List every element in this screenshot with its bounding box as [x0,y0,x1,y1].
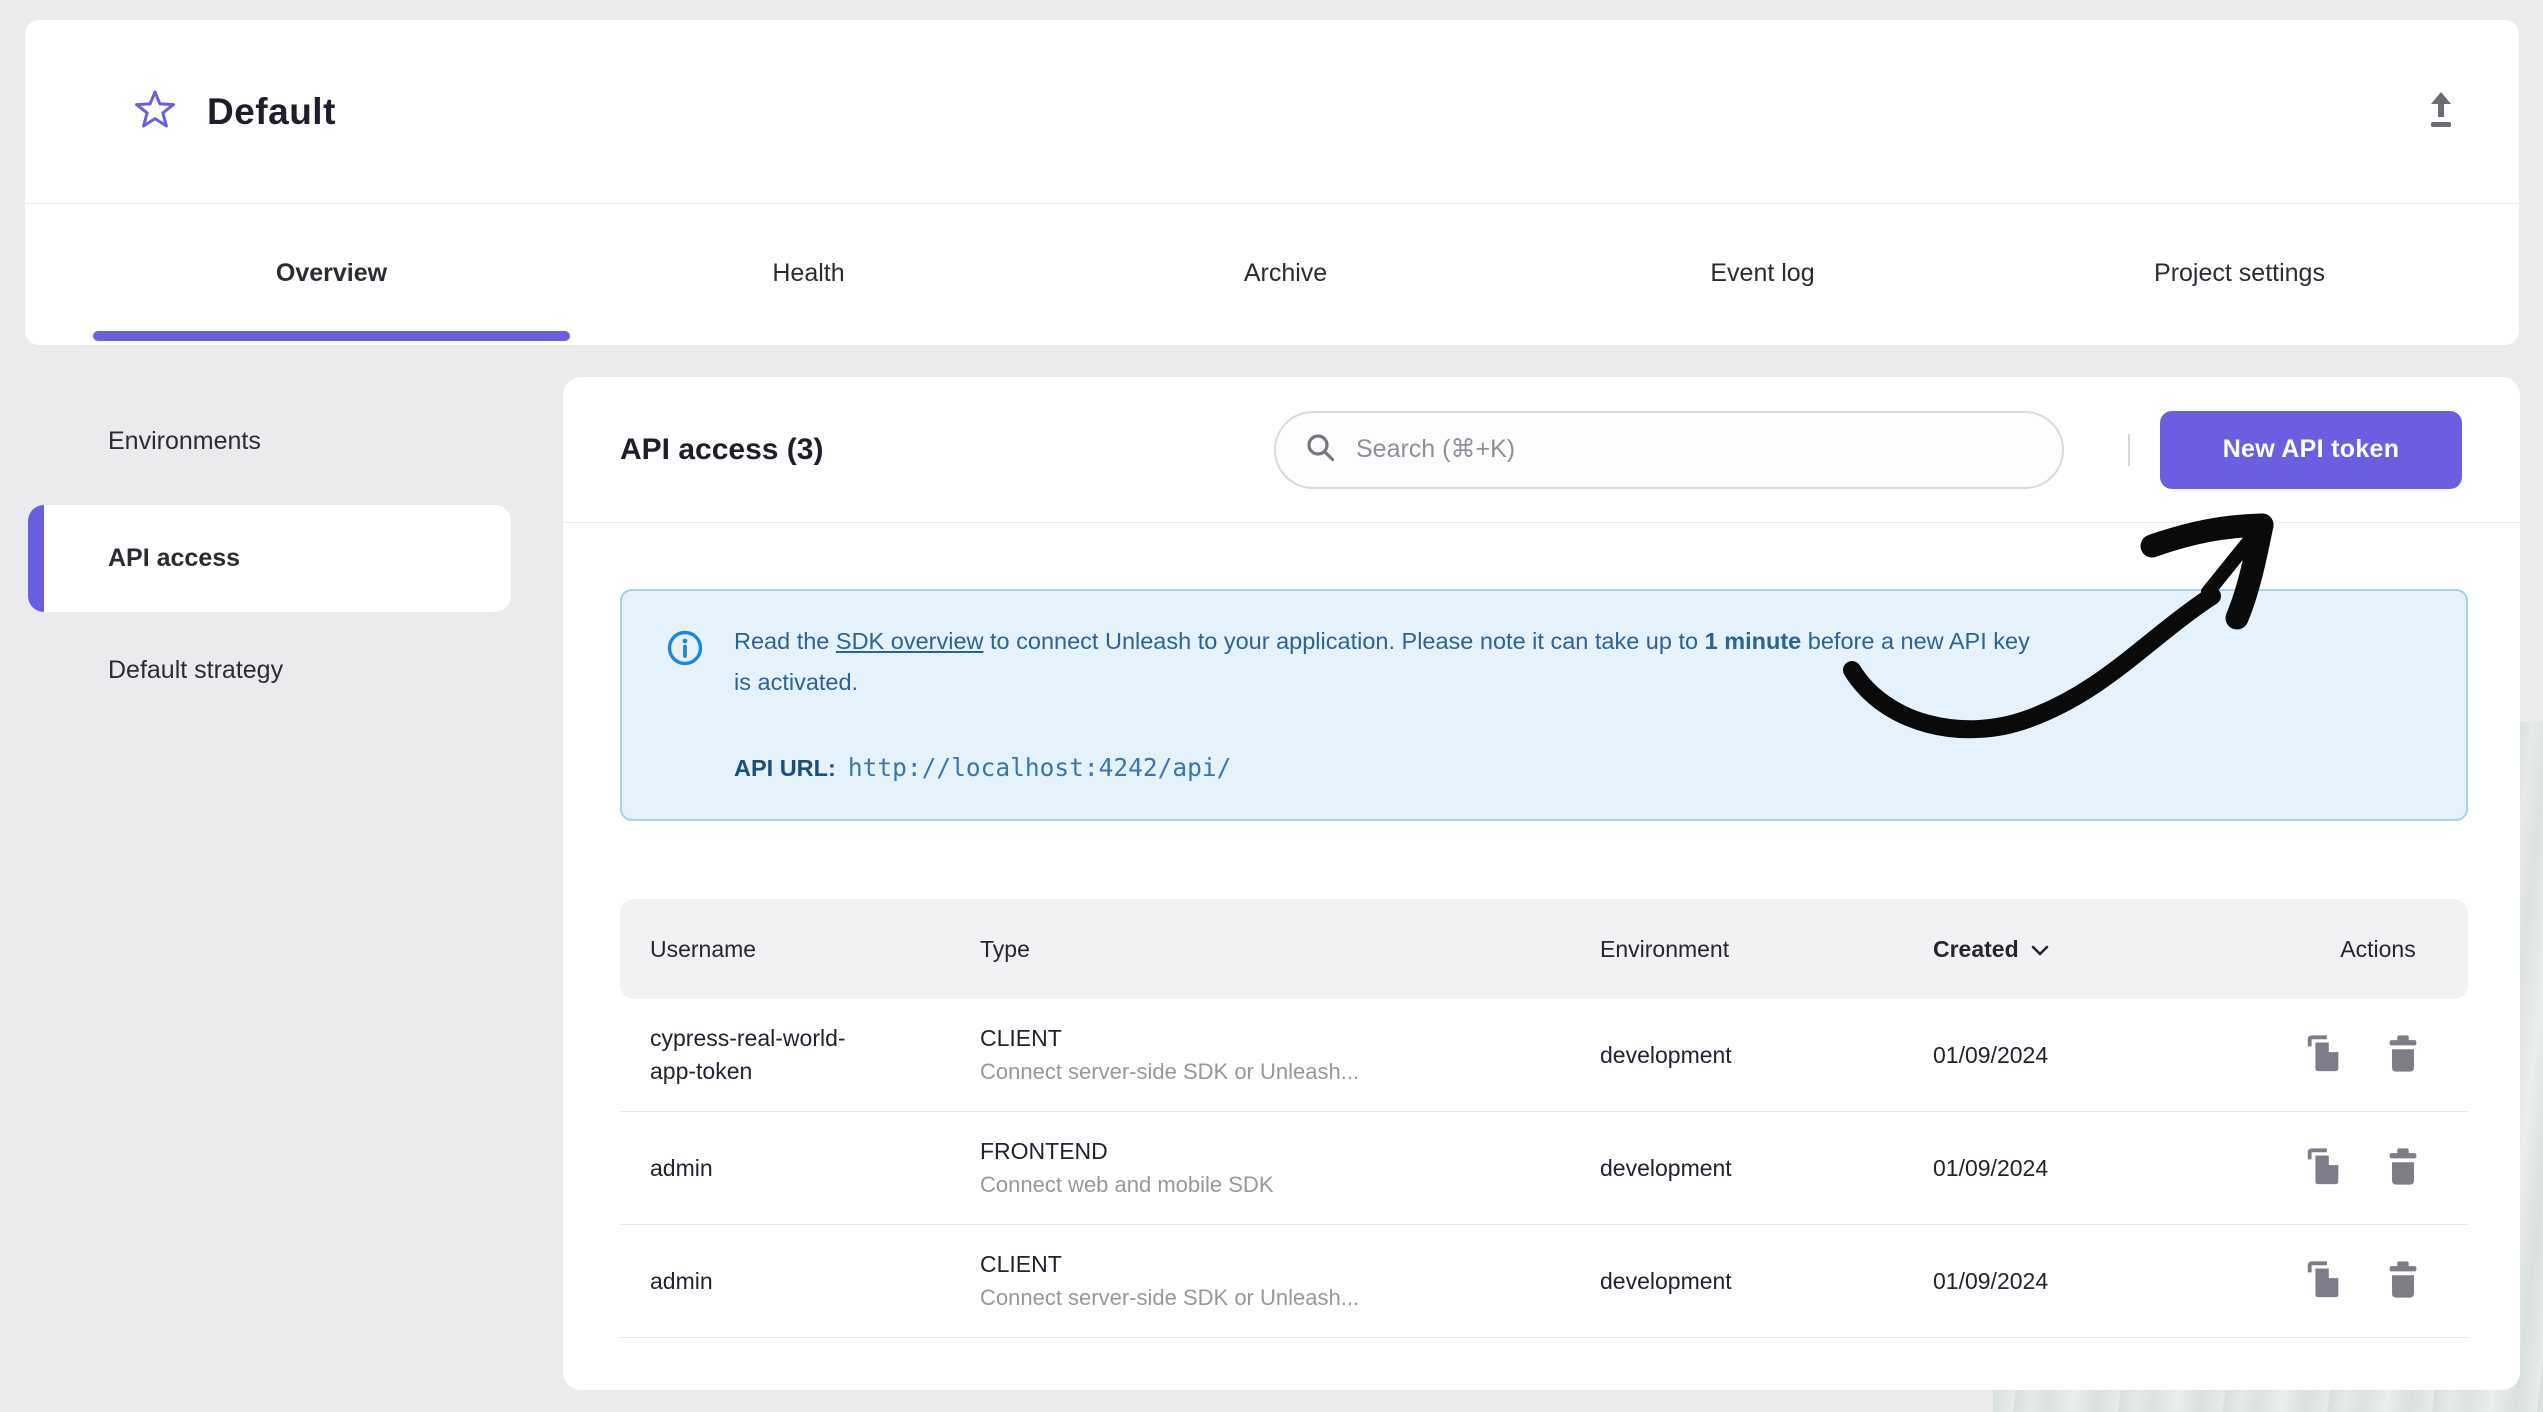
cell-type: FRONTEND Connect web and mobile SDK [950,1138,1570,1198]
cell-environment: development [1600,1154,1732,1181]
cell-environment: development [1600,1041,1732,1068]
panel-title: API access (3) [620,432,824,466]
table-header-row: Username Type Environment Created Action… [620,899,2468,999]
info-text: Read the SDK overview to connect Unleash… [734,621,2030,789]
new-api-token-button[interactable]: New API token [2160,410,2462,489]
delete-token-button[interactable] [2377,1027,2429,1084]
copy-token-button[interactable] [2297,1027,2351,1084]
project-tabs: Overview Health Archive Event log Projec… [25,204,2519,343]
delete-token-button[interactable] [2377,1140,2429,1197]
cell-username: admin [650,1267,713,1294]
cell-username: cypress-real-world-app-token [650,1025,846,1084]
api-url-label: API URL: [734,755,836,781]
column-header-environment: Environment [1600,935,1730,962]
chevron-down-icon [2031,936,2049,963]
api-tokens-table: Username Type Environment Created Action… [620,899,2468,1338]
token-type-description: Connect server-side SDK or Unleash... [980,1059,1360,1084]
column-header-created-label: Created [1933,935,2019,962]
api-url-value: http://localhost:4242/api/ [847,753,1232,782]
info-text-bold: 1 minute [1704,628,1802,654]
info-alert: Read the SDK overview to connect Unleash… [620,589,2468,821]
info-text-segment: to connect Unleash to your application. … [983,628,1705,654]
cell-environment: development [1600,1267,1732,1294]
cell-created: 01/09/2024 [1933,1041,2049,1068]
search-box[interactable] [1274,410,2064,489]
token-type-description: Connect server-side SDK or Unleash... [980,1285,1360,1310]
copy-token-button[interactable] [2297,1140,2351,1197]
api-url-line: API URL: http://localhost:4242/api/ [734,747,2030,789]
column-header-type: Type [980,935,1030,962]
token-type: FRONTEND [980,1138,1108,1164]
cell-created: 01/09/2024 [1933,1267,2049,1294]
project-header-card: Default Overview Health Archive Event lo… [25,20,2519,345]
cell-actions [2258,1027,2468,1084]
sidebar-item-environments[interactable]: Environments [28,406,511,476]
upload-icon [2422,90,2460,133]
copy-icon [2303,1146,2345,1191]
token-type-description: Connect web and mobile SDK [980,1172,1274,1197]
token-type: CLIENT [980,1025,1062,1051]
panel-header: API access (3) New API token [563,377,2520,523]
cell-username: admin [650,1154,713,1181]
tab-archive[interactable]: Archive [1047,204,1524,343]
trash-icon [2383,1146,2423,1191]
export-button[interactable] [2419,90,2463,134]
table-row: admin CLIENT Connect server-side SDK or … [620,1225,2468,1338]
sidebar-item-api-access[interactable]: API access [28,505,511,612]
tab-event-log[interactable]: Event log [1524,204,2001,343]
delete-token-button[interactable] [2377,1253,2429,1310]
cell-type: CLIENT Connect server-side SDK or Unleas… [950,1251,1570,1311]
tab-project-settings[interactable]: Project settings [2001,204,2478,343]
copy-token-button[interactable] [2297,1253,2351,1310]
favorite-star-button[interactable] [133,90,177,134]
tab-health[interactable]: Health [570,204,1047,343]
cell-created: 01/09/2024 [1933,1154,2049,1181]
trash-icon [2383,1033,2423,1078]
search-input[interactable] [1354,434,2034,465]
sidebar-item-default-strategy[interactable]: Default strategy [28,635,511,705]
copy-icon [2303,1259,2345,1304]
table-row: cypress-real-world-app-token CLIENT Conn… [620,999,2468,1112]
token-type: CLIENT [980,1251,1062,1277]
info-icon [666,629,704,789]
star-icon [133,88,177,135]
header-divider [2128,433,2130,466]
column-header-actions: Actions [2340,935,2416,962]
project-title-row: Default [25,20,2519,204]
info-text-segment: before a new API key [1801,628,2030,654]
copy-icon [2303,1033,2345,1078]
search-icon [1304,431,1336,468]
trash-icon [2383,1259,2423,1304]
info-text-segment: is activated. [734,669,859,695]
column-header-created-sort[interactable]: Created [1903,936,2258,963]
sdk-overview-link[interactable]: SDK overview [836,628,984,654]
info-text-segment: Read the [734,628,836,654]
table-row: admin FRONTEND Connect web and mobile SD… [620,1112,2468,1225]
cell-actions [2258,1253,2468,1310]
api-access-panel: API access (3) New API token Read the SD… [563,377,2520,1390]
tab-overview[interactable]: Overview [93,204,570,343]
cell-actions [2258,1140,2468,1197]
page-title: Default [207,90,336,132]
cell-type: CLIENT Connect server-side SDK or Unleas… [950,1025,1570,1085]
column-header-username: Username [650,935,757,962]
